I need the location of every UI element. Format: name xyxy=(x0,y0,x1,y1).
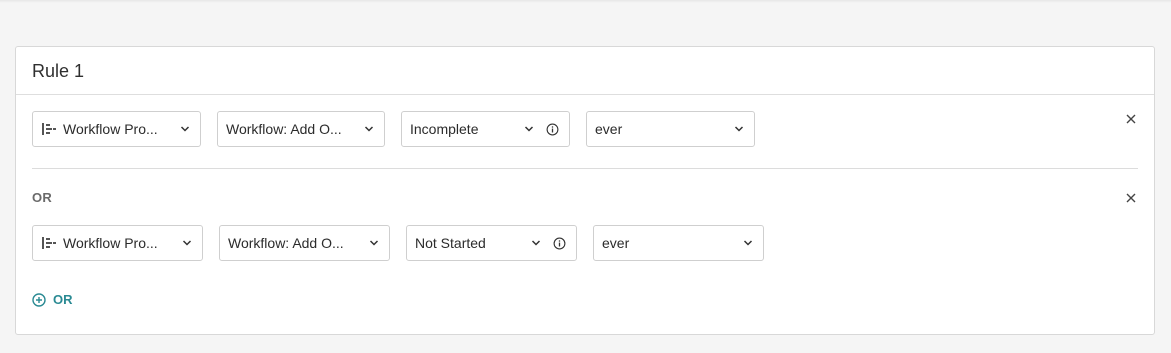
add-or-button[interactable]: OR xyxy=(32,292,73,307)
property-select-value: Workflow Pro... xyxy=(63,235,158,251)
property-list-icon xyxy=(42,123,56,135)
property-select-value: Workflow Pro... xyxy=(63,121,158,137)
time-select-value: ever xyxy=(602,235,630,251)
property-select[interactable]: Workflow Pro... xyxy=(32,225,203,261)
property-select[interactable]: Workflow Pro... xyxy=(32,111,201,147)
property-list-icon xyxy=(42,237,56,249)
info-icon[interactable] xyxy=(553,237,566,250)
time-select[interactable]: ever xyxy=(586,111,755,147)
or-separator-label: OR xyxy=(32,190,53,205)
chevron-down-icon xyxy=(734,126,744,132)
chevron-down-icon xyxy=(180,126,190,132)
plus-circle-icon xyxy=(32,292,46,307)
workflow-select-value: Workflow: Add O... xyxy=(228,235,344,251)
rule-title: Rule 1 xyxy=(32,61,85,81)
top-shadow xyxy=(0,0,1171,3)
rule-card: Rule 1 Workflow Pro... Workflow: Add O..… xyxy=(15,46,1155,335)
chevron-down-icon xyxy=(364,126,374,132)
status-select[interactable]: Not Started xyxy=(406,225,577,261)
time-select-value: ever xyxy=(595,121,623,137)
status-select-value: Incomplete xyxy=(410,121,479,137)
workflow-select[interactable]: Workflow: Add O... xyxy=(219,225,390,261)
time-select[interactable]: ever xyxy=(593,225,764,261)
chevron-down-icon xyxy=(369,240,379,246)
add-or-label: OR xyxy=(53,292,73,307)
chevron-down-icon xyxy=(531,240,541,246)
close-icon xyxy=(1126,193,1136,203)
chevron-down-icon xyxy=(524,126,534,132)
info-icon[interactable] xyxy=(546,123,559,136)
workflow-select[interactable]: Workflow: Add O... xyxy=(217,111,385,147)
rule-header: Rule 1 xyxy=(16,47,1154,95)
chevron-down-icon xyxy=(182,240,192,246)
status-select[interactable]: Incomplete xyxy=(401,111,570,147)
workflow-select-value: Workflow: Add O... xyxy=(226,121,342,137)
remove-condition-2-button[interactable] xyxy=(1125,191,1137,203)
condition-divider xyxy=(32,168,1138,169)
status-select-value: Not Started xyxy=(415,235,486,251)
chevron-down-icon xyxy=(743,240,753,246)
remove-condition-1-button[interactable] xyxy=(1125,112,1137,124)
close-icon xyxy=(1126,114,1136,124)
